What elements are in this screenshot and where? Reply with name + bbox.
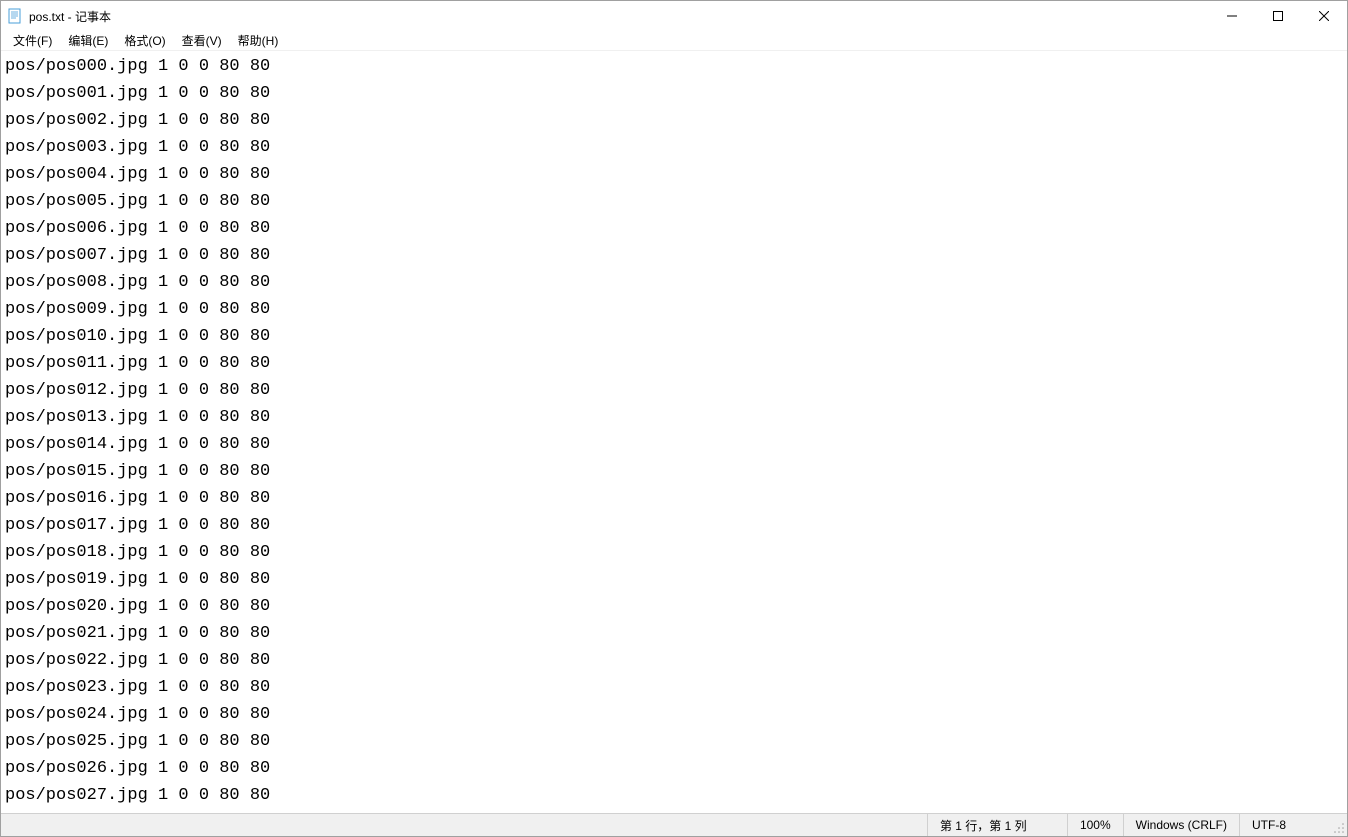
menu-edit[interactable]: 编辑(E) xyxy=(60,30,116,51)
titlebar-left: pos.txt - 记事本 xyxy=(7,8,111,25)
close-button[interactable] xyxy=(1301,1,1347,31)
menu-file[interactable]: 文件(F) xyxy=(5,30,60,51)
menu-view[interactable]: 查看(V) xyxy=(174,30,230,51)
window-title: pos.txt - 记事本 xyxy=(29,8,111,25)
statusbar: 第 1 行，第 1 列 100% Windows (CRLF) UTF-8 xyxy=(1,813,1347,836)
status-position: 第 1 行，第 1 列 xyxy=(927,814,1067,836)
status-line-ending: Windows (CRLF) xyxy=(1123,814,1239,836)
titlebar: pos.txt - 记事本 xyxy=(1,1,1347,31)
maximize-button[interactable] xyxy=(1255,1,1301,31)
status-charset: UTF-8 xyxy=(1239,814,1329,836)
menu-format[interactable]: 格式(O) xyxy=(116,30,173,51)
content-wrapper: pos/pos000.jpg 1 0 0 80 80 pos/pos001.jp… xyxy=(1,51,1347,813)
menu-help[interactable]: 帮助(H) xyxy=(230,30,287,51)
window-controls xyxy=(1209,1,1347,31)
minimize-button[interactable] xyxy=(1209,1,1255,31)
text-area[interactable]: pos/pos000.jpg 1 0 0 80 80 pos/pos001.jp… xyxy=(1,51,1347,813)
menubar: 文件(F) 编辑(E) 格式(O) 查看(V) 帮助(H) xyxy=(1,31,1347,51)
status-zoom: 100% xyxy=(1067,814,1123,836)
resize-grip-icon[interactable] xyxy=(1329,814,1347,836)
notepad-icon xyxy=(7,8,23,24)
